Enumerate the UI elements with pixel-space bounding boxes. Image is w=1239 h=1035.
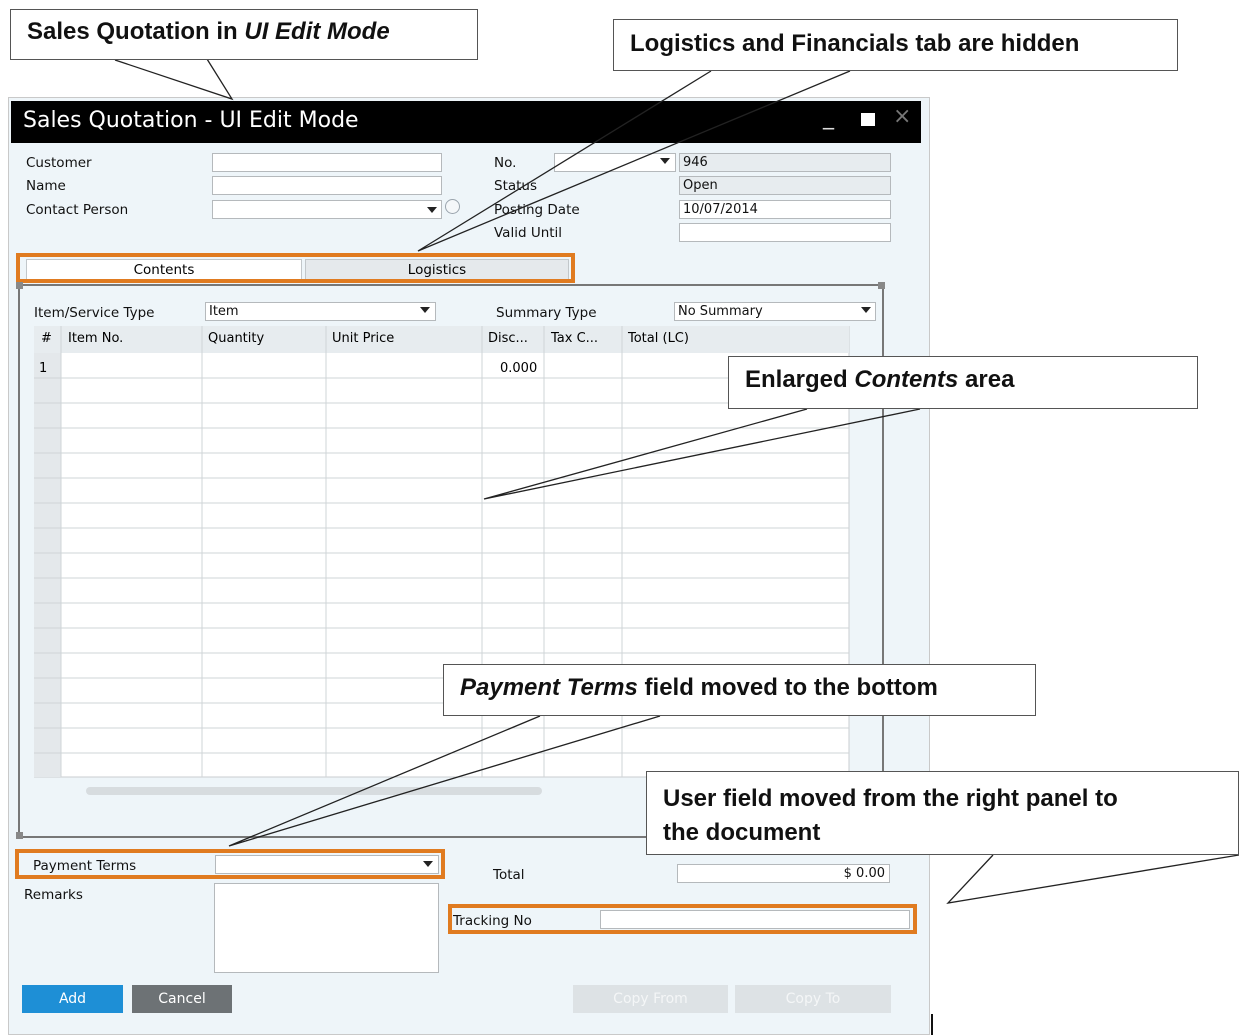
callout-payment-terms-italic: Payment Terms xyxy=(460,674,638,701)
callout-user-field-line2: the document xyxy=(663,819,821,846)
callout-ui-edit-mode-italic: UI Edit Mode xyxy=(244,18,390,45)
callout-enlarged-contents: Enlarged Contents area xyxy=(728,356,1198,409)
callout-ui-edit-mode: Sales Quotation in UI Edit Mode xyxy=(10,9,478,60)
callout-payment-terms-text: field moved to the bottom xyxy=(637,674,938,701)
callout-payment-terms: Payment Terms field moved to the bottom xyxy=(443,664,1036,716)
callout-enlarged-italic: Contents xyxy=(854,366,959,393)
callout-user-field-line1: User field moved from the right panel to xyxy=(663,785,1118,812)
callout-hidden-tabs: Logistics and Financials tab are hidden xyxy=(613,19,1178,71)
callout-user-field: User field moved from the right panel to… xyxy=(646,771,1239,855)
callout-pointers xyxy=(114,58,1239,904)
callout-enlarged-suffix: area xyxy=(958,366,1015,393)
callout-ui-edit-mode-text: Sales Quotation in xyxy=(27,18,245,45)
callout-hidden-tabs-text: Logistics and Financials tab are hidden xyxy=(630,30,1080,57)
callout-enlarged-text: Enlarged xyxy=(745,366,855,393)
